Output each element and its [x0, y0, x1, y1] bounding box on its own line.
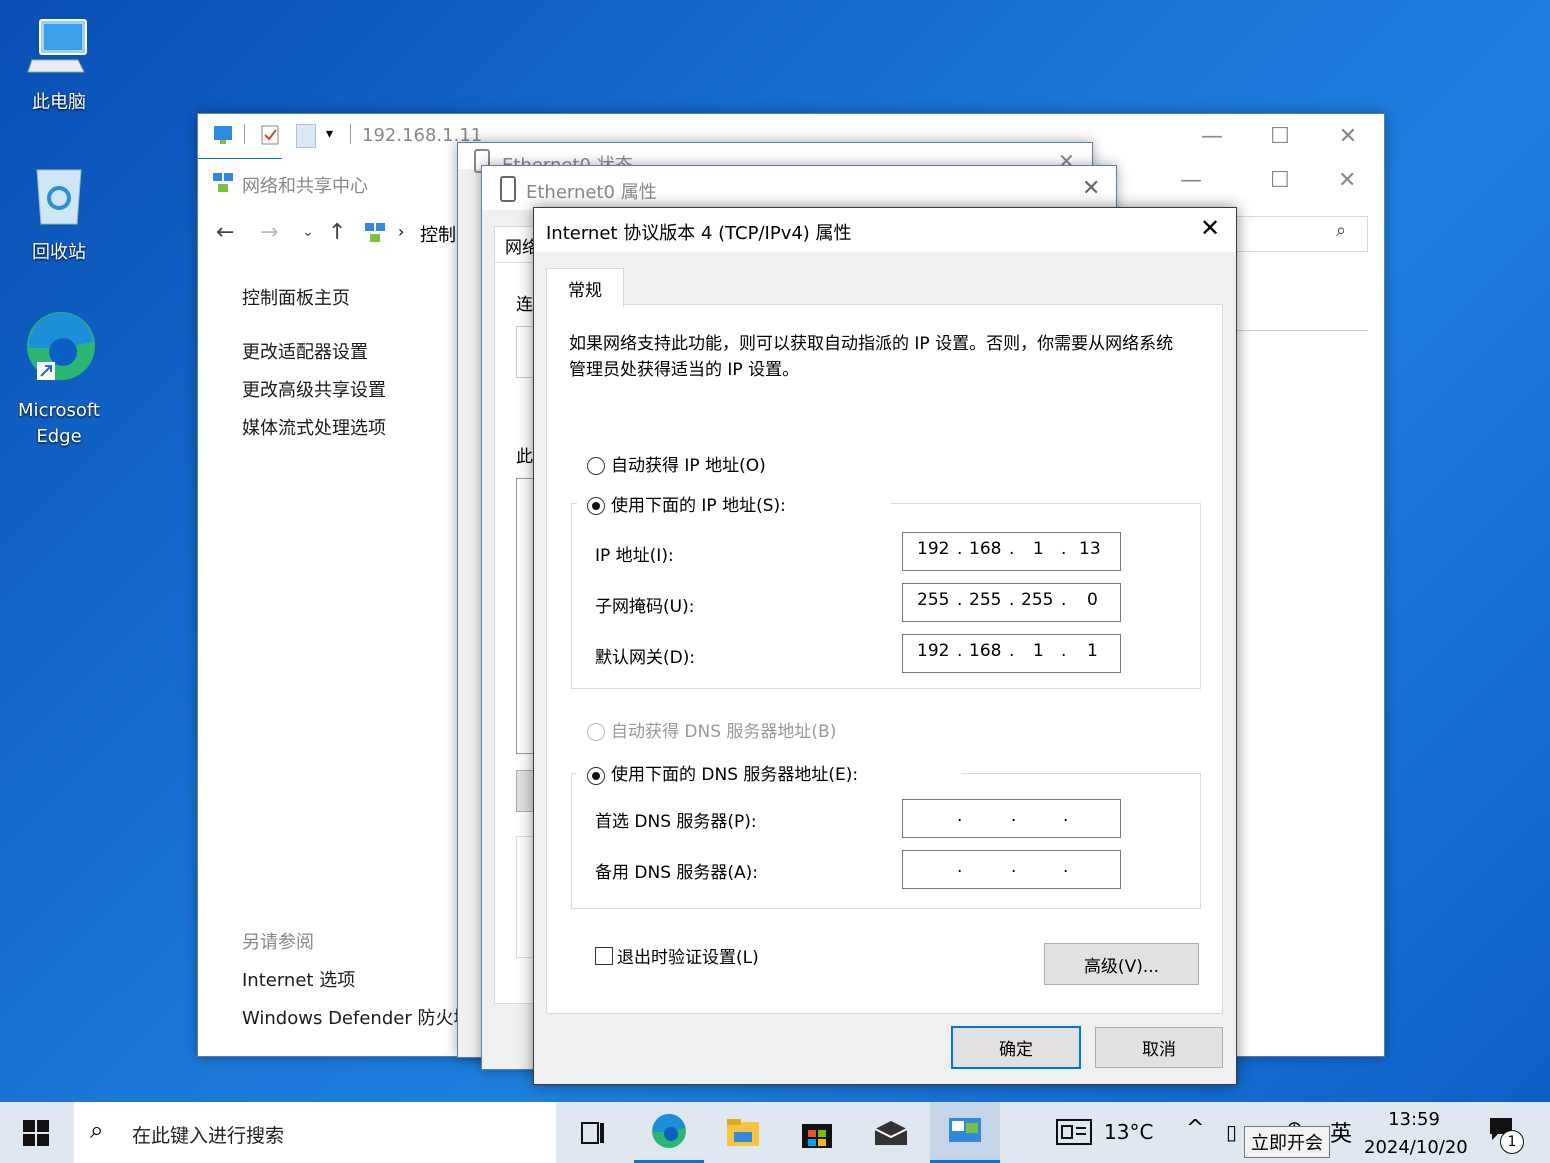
customize-dropdown-icon[interactable]: ▾	[326, 126, 333, 142]
weather-temperature[interactable]: 13°C	[1104, 1120, 1153, 1144]
clock-time: 13:59	[1388, 1109, 1440, 1130]
close-button[interactable]: ✕	[1314, 114, 1382, 158]
search-icon[interactable]: ⌕	[1336, 220, 1346, 241]
general-tab-panel: 如果网络支持此功能，则可以获取自动指派的 IP 设置。否则，你需要从网络系统管理…	[546, 304, 1223, 1014]
ethernet-icon	[500, 176, 516, 202]
task-view-icon[interactable]	[558, 1102, 628, 1163]
start-button[interactable]	[0, 1102, 72, 1163]
connect-using-label: 连	[516, 295, 533, 315]
change-sharing-settings-link[interactable]: 更改高级共享设置	[242, 376, 386, 402]
manual-ip-radio[interactable]	[587, 497, 605, 515]
desktop-icon-label: 回收站	[32, 242, 86, 263]
search-icon: ⌕	[90, 1116, 104, 1144]
components-label: 此	[516, 447, 533, 467]
network-icon	[212, 124, 234, 146]
network-center-icon	[212, 172, 234, 194]
search-placeholder: 在此键入进行搜索	[132, 1125, 285, 1147]
taskbar-search-box[interactable]: ⌕ 在此键入进行搜索	[74, 1102, 556, 1163]
maximize-button[interactable]: ☐	[1246, 114, 1314, 158]
recent-locations-icon[interactable]: ⌄	[302, 224, 314, 240]
see-also-heading: 另请参阅	[242, 932, 314, 953]
desktop-icon-recycle-bin[interactable]: 回收站	[4, 162, 114, 266]
clock[interactable]: 13:59 2024/10/20	[1364, 1106, 1468, 1162]
computer-icon	[4, 14, 114, 86]
tray-icon[interactable]: ▯	[1226, 1120, 1237, 1144]
ime-indicator[interactable]: 英	[1330, 1116, 1352, 1148]
notification-badge: 1	[1500, 1130, 1524, 1154]
alternate-dns-label: 备用 DNS 服务器(A):	[595, 863, 759, 883]
close-button-2[interactable]: ✕	[1338, 168, 1356, 193]
manual-dns-radio[interactable]	[587, 767, 605, 785]
preferred-dns-label: 首选 DNS 服务器(P):	[595, 812, 757, 832]
chevron-up-icon[interactable]: ^	[1186, 1116, 1204, 1141]
auto-ip-label: 自动获得 IP 地址(O)	[611, 456, 766, 476]
desktop-icon-edge[interactable]: Microsoft Edge	[4, 308, 114, 450]
validate-checkbox[interactable]	[595, 947, 613, 965]
new-folder-icon[interactable]	[296, 124, 316, 148]
desktop-icon-label: 此电脑	[32, 92, 86, 113]
up-arrow-icon[interactable]: ↑	[328, 220, 346, 245]
alternate-dns-field[interactable]: ...	[902, 850, 1121, 889]
dialog-titlebar: Internet 协议版本 4 (TCP/IPv4) 属性 ✕	[534, 208, 1236, 252]
manual-dns-label: 使用下面的 DNS 服务器地址(E):	[611, 765, 859, 785]
properties-window-title: Ethernet0 属性	[526, 182, 657, 203]
ipv4-properties-dialog: Internet 协议版本 4 (TCP/IPv4) 属性 ✕ 常规 如果网络支…	[533, 207, 1237, 1085]
ip-address-field[interactable]: 192. 168. 1. 13	[902, 532, 1121, 571]
ok-button[interactable]: 确定	[951, 1026, 1081, 1069]
back-arrow-icon[interactable]: ←	[216, 220, 234, 245]
internet-options-link[interactable]: Internet 选项	[242, 966, 355, 992]
default-gateway-field[interactable]: 192. 168. 1. 1	[902, 634, 1121, 673]
tab-general[interactable]: 常规	[546, 268, 624, 307]
windows-logo-icon	[23, 1119, 49, 1146]
tooltip: 立即开会	[1244, 1126, 1330, 1158]
close-icon[interactable]: ✕	[1082, 176, 1100, 201]
minimize-button[interactable]: —	[1178, 114, 1246, 158]
media-streaming-link[interactable]: 媒体流式处理选项	[242, 414, 386, 440]
store-icon[interactable]	[782, 1102, 852, 1163]
taskbar-edge-icon[interactable]	[634, 1102, 704, 1163]
description-text: 如果网络支持此功能，则可以获取自动指派的 IP 设置。否则，你需要从网络系统管理…	[569, 334, 1174, 380]
forward-arrow-icon[interactable]: →	[260, 220, 278, 245]
clock-date: 2024/10/20	[1364, 1137, 1468, 1158]
manual-ip-label: 使用下面的 IP 地址(S):	[611, 496, 786, 516]
dialog-title: Internet 协议版本 4 (TCP/IPv4) 属性	[546, 223, 852, 244]
advanced-button[interactable]: 高级(V)...	[1044, 943, 1199, 985]
subnet-mask-field[interactable]: 255. 255. 255. 0	[902, 583, 1121, 622]
maximize-button-2[interactable]: ☐	[1270, 168, 1290, 193]
change-adapter-settings-link[interactable]: 更改适配器设置	[242, 338, 368, 364]
default-gateway-label: 默认网关(D):	[595, 648, 696, 668]
desktop-icon-this-pc[interactable]: 此电脑	[4, 14, 114, 116]
validate-label: 退出时验证设置(L)	[617, 948, 759, 968]
weather-icon[interactable]	[1056, 1118, 1092, 1151]
minimize-button-2[interactable]: —	[1180, 168, 1202, 193]
firewall-link[interactable]: Windows Defender 防火墙	[242, 1004, 471, 1030]
breadcrumb-chevron-icon: ›	[398, 222, 405, 241]
auto-dns-radio[interactable]	[587, 723, 605, 741]
properties-icon[interactable]	[260, 124, 280, 146]
cancel-button[interactable]: 取消	[1095, 1027, 1223, 1068]
close-icon[interactable]: ✕	[1200, 214, 1220, 242]
auto-dns-label: 自动获得 DNS 服务器地址(B)	[611, 722, 837, 742]
file-explorer-icon[interactable]	[708, 1102, 778, 1163]
recycle-bin-icon	[4, 162, 114, 236]
preferred-dns-field[interactable]: ...	[902, 799, 1121, 838]
control-panel-taskbar-icon[interactable]	[930, 1102, 1000, 1163]
auto-ip-radio[interactable]	[587, 457, 605, 475]
breadcrumb[interactable]: 控制	[420, 221, 456, 247]
mail-icon[interactable]	[856, 1102, 926, 1163]
window-title: 网络和共享中心	[242, 176, 368, 197]
control-panel-icon	[364, 222, 386, 244]
search-input[interactable]	[1234, 216, 1368, 252]
edge-icon	[4, 308, 114, 394]
control-panel-home-link[interactable]: 控制面板主页	[242, 284, 350, 310]
taskbar: ⌕ 在此键入进行搜索 13°C ^ ▯ ⊕ 英 立即开会 13:59 2024/…	[0, 1102, 1550, 1163]
ip-address-label: IP 地址(I):	[595, 546, 674, 566]
subnet-mask-label: 子网掩码(U):	[595, 597, 695, 617]
desktop-icon-label: Microsoft Edge	[18, 400, 100, 447]
